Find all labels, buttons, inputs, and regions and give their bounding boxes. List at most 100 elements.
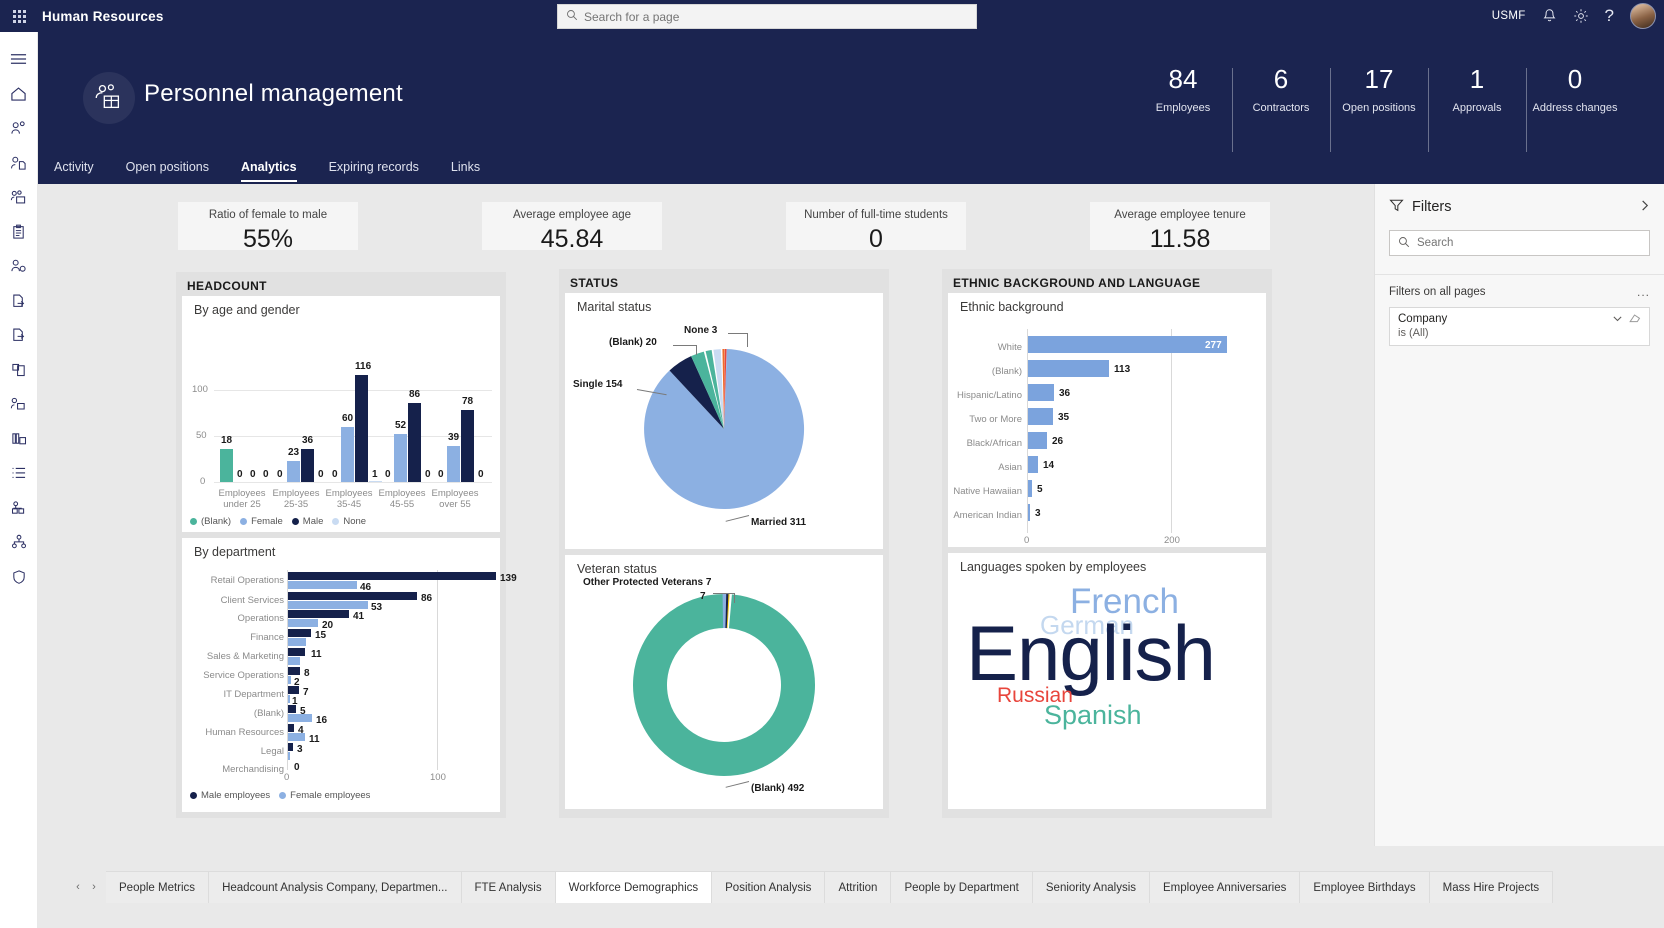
header-kpi-approvals[interactable]: 1 Approvals	[1428, 64, 1526, 142]
bar-white[interactable]	[1028, 336, 1227, 353]
avatar[interactable]	[1630, 3, 1656, 29]
filters-section-more-icon[interactable]: ...	[1637, 285, 1650, 299]
page-tab-workforce-demographics[interactable]: Workforce Demographics	[556, 871, 713, 903]
visual-headcount-by-age-and-gender[interactable]: By age and gender 100 50 0 18 0 0 0 0 23	[182, 296, 500, 532]
filter-card-company[interactable]: Company is (All)	[1389, 307, 1650, 346]
page-tab-employee-anniversaries[interactable]: Employee Anniversaries	[1150, 871, 1300, 903]
bar-male-sales-marketing[interactable]	[288, 648, 305, 656]
page-tab-headcount-analysis[interactable]: Headcount Analysis Company, Departmen...	[209, 871, 461, 903]
tab-links[interactable]: Links	[435, 152, 496, 184]
bar-female-finance[interactable]	[288, 638, 306, 646]
bar-native-hawaiian[interactable]	[1028, 480, 1032, 497]
bar-two-or-more[interactable]	[1028, 408, 1053, 425]
employee-record-icon[interactable]	[0, 146, 38, 181]
bell-icon[interactable]	[1542, 8, 1557, 24]
wordcloud-word-spanish[interactable]: Spanish	[1044, 701, 1142, 729]
visual-marital-status[interactable]: Marital status	[565, 293, 883, 549]
legend-item[interactable]: Female employees	[279, 790, 370, 801]
kpi-card-average-employee-age[interactable]: Average employee age 45.84	[482, 202, 662, 250]
visual-languages-spoken[interactable]: Languages spoken by employees French Ger…	[948, 553, 1266, 809]
bar-female-blank[interactable]	[288, 714, 312, 722]
transfer-in-icon[interactable]	[0, 318, 38, 353]
page-tabs-next-button[interactable]: ›	[86, 881, 102, 893]
bar-male-over55[interactable]	[461, 410, 474, 482]
header-kpi-employees[interactable]: 84 Employees	[1134, 64, 1232, 142]
veteran-status-donut[interactable]	[565, 577, 883, 797]
bar-male-client-services[interactable]	[288, 592, 417, 600]
page-tab-employee-birthdays[interactable]: Employee Birthdays	[1300, 871, 1429, 903]
bar-american-indian[interactable]	[1028, 504, 1030, 521]
onboarding-icon[interactable]	[0, 491, 38, 526]
legal-entity-selector[interactable]: USMF	[1492, 10, 1526, 22]
gear-icon[interactable]	[1573, 8, 1589, 24]
kpi-card-full-time-students[interactable]: Number of full-time students 0	[786, 202, 966, 250]
transfer-out-icon[interactable]	[0, 284, 38, 319]
bar-male-retail-operations[interactable]	[288, 572, 496, 580]
page-tab-seniority-analysis[interactable]: Seniority Analysis	[1033, 871, 1150, 903]
bar-male-operations[interactable]	[288, 610, 349, 618]
page-tab-fte-analysis[interactable]: FTE Analysis	[462, 871, 556, 903]
bar-female-retail-operations[interactable]	[288, 581, 357, 589]
eraser-icon[interactable]	[1629, 313, 1641, 327]
bar-male-service-operations[interactable]	[288, 667, 300, 675]
header-kpi-contractors[interactable]: 6 Contractors	[1232, 64, 1330, 142]
collapse-filters-chevron-icon[interactable]	[1639, 199, 1650, 215]
bar-none-35-45[interactable]	[369, 481, 382, 482]
bar-male-blank[interactable]	[288, 705, 296, 713]
list-icon[interactable]	[0, 456, 38, 491]
bar-female-it-department[interactable]	[288, 695, 290, 703]
bar-female-25-35[interactable]	[287, 461, 300, 482]
page-tab-attrition[interactable]: Attrition	[825, 871, 891, 903]
bar-male-35-45[interactable]	[355, 375, 368, 482]
wordcloud-area[interactable]: French German English Russian Spanish	[948, 553, 1266, 809]
visual-headcount-by-department[interactable]: By department 0 100 Retail Operations 13…	[182, 538, 500, 812]
employees-icon[interactable]	[0, 111, 38, 146]
tab-activity[interactable]: Activity	[38, 152, 110, 184]
filters-search[interactable]	[1389, 230, 1650, 256]
tab-analytics[interactable]: Analytics	[225, 152, 313, 184]
page-tab-mass-hire-projects[interactable]: Mass Hire Projects	[1430, 871, 1554, 903]
bar-male-finance[interactable]	[288, 629, 311, 637]
teams-icon[interactable]	[0, 180, 38, 215]
clipboard-icon[interactable]	[0, 215, 38, 250]
bar-male-45-55[interactable]	[408, 403, 421, 482]
marital-status-pie[interactable]	[565, 317, 883, 547]
bar-female-client-services[interactable]	[288, 601, 368, 609]
reports-icon[interactable]	[0, 422, 38, 457]
page-tab-people-by-department[interactable]: People by Department	[891, 871, 1032, 903]
bar-female-45-55[interactable]	[394, 434, 407, 482]
visual-ethnic-background[interactable]: Ethnic background 0 200 White 277 (Blank…	[948, 293, 1266, 547]
global-search[interactable]	[557, 4, 977, 29]
hamburger-menu-icon[interactable]	[0, 42, 38, 77]
bar-asian[interactable]	[1028, 456, 1038, 473]
help-icon[interactable]: ?	[1605, 6, 1614, 26]
bar-male-25-35[interactable]	[301, 449, 314, 482]
kpi-card-average-tenure[interactable]: Average employee tenure 11.58	[1090, 202, 1270, 250]
legend-item[interactable]: Female	[240, 516, 283, 527]
employee-settings-icon[interactable]	[0, 249, 38, 284]
bar-blank-u25[interactable]	[220, 449, 233, 482]
visual-veteran-status[interactable]: Veteran status Other Protected Veterans …	[565, 555, 883, 809]
search-input[interactable]	[584, 10, 968, 24]
page-tab-position-analysis[interactable]: Position Analysis	[712, 871, 825, 903]
bar-hispanic-latino[interactable]	[1028, 384, 1054, 401]
tab-expiring-records[interactable]: Expiring records	[313, 152, 435, 184]
bar-black-african[interactable]	[1028, 432, 1047, 449]
header-kpi-open-positions[interactable]: 17 Open positions	[1330, 64, 1428, 142]
filters-search-input[interactable]	[1417, 237, 1641, 249]
bar-female-service-operations[interactable]	[288, 676, 291, 684]
legend-item[interactable]: Male employees	[190, 790, 270, 801]
bar-male-human-resources[interactable]	[288, 724, 294, 732]
tab-open-positions[interactable]: Open positions	[110, 152, 225, 184]
bar-male-it-department[interactable]	[288, 686, 299, 694]
shield-icon[interactable]	[0, 560, 38, 595]
org-people-icon[interactable]	[0, 387, 38, 422]
legend-item[interactable]: None	[332, 516, 366, 527]
bar-female-35-45[interactable]	[341, 427, 354, 482]
legend-item[interactable]: Male	[292, 516, 324, 527]
documents-icon[interactable]	[0, 353, 38, 388]
bar-male-legal[interactable]	[288, 743, 293, 751]
page-tab-people-metrics[interactable]: People Metrics	[106, 871, 209, 903]
bar-blank[interactable]	[1028, 360, 1109, 377]
bar-female-human-resources[interactable]	[288, 733, 305, 741]
